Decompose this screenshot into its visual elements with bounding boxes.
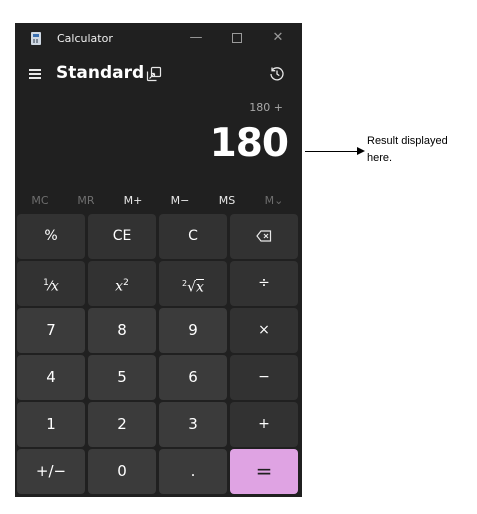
digit-6-button[interactable]: 6 xyxy=(159,355,227,400)
percent-button[interactable]: % xyxy=(17,214,85,259)
memory-list-button[interactable]: M⌄ xyxy=(251,191,297,211)
square-button[interactable]: x2 xyxy=(88,261,156,306)
digit-3-button[interactable]: 3 xyxy=(159,402,227,447)
memory-recall-button[interactable]: MR xyxy=(63,191,109,211)
digit-2-button[interactable]: 2 xyxy=(88,402,156,447)
decimal-button[interactable]: . xyxy=(159,449,227,494)
equals-button[interactable]: = xyxy=(230,449,298,494)
keep-on-top-icon[interactable] xyxy=(146,66,162,82)
calculator-header: Standard xyxy=(15,61,302,91)
square-root-button[interactable]: 2√x xyxy=(159,261,227,306)
history-icon[interactable] xyxy=(269,66,285,82)
minus-button[interactable]: − xyxy=(230,355,298,400)
annotation-label: Result displayed here. xyxy=(367,135,448,164)
minimize-icon[interactable]: — xyxy=(182,27,210,49)
reciprocal-variable: x xyxy=(51,278,59,295)
digit-5-button[interactable]: 5 xyxy=(88,355,156,400)
digit-0-button[interactable]: 0 xyxy=(88,449,156,494)
divide-button[interactable]: ÷ xyxy=(230,261,298,306)
memory-add-button[interactable]: M+ xyxy=(110,191,156,211)
maximize-icon[interactable] xyxy=(223,27,251,49)
annotation-arrow-line xyxy=(305,151,360,152)
backspace-button[interactable] xyxy=(230,214,298,259)
digit-7-button[interactable]: 7 xyxy=(17,308,85,353)
root-symbol: √ xyxy=(187,279,197,296)
memory-store-button[interactable]: MS xyxy=(204,191,250,211)
title-bar: Calculator — ✕ xyxy=(15,23,302,53)
memory-subtract-button[interactable]: M− xyxy=(157,191,203,211)
digit-8-button[interactable]: 8 xyxy=(88,308,156,353)
annotation-arrowhead xyxy=(357,147,365,155)
clear-entry-button[interactable]: CE xyxy=(88,214,156,259)
calculator-window: Calculator — ✕ Standard 180 + 180 MC MR … xyxy=(15,23,302,497)
negate-button[interactable]: +/− xyxy=(17,449,85,494)
expression-display: 180 + xyxy=(249,101,283,114)
hamburger-menu-icon[interactable] xyxy=(27,66,43,82)
digit-4-button[interactable]: 4 xyxy=(17,355,85,400)
square-base: x xyxy=(115,278,124,295)
result-display: 180 xyxy=(209,121,289,166)
calculator-app-icon xyxy=(31,32,41,45)
memory-clear-button[interactable]: MC xyxy=(17,191,63,211)
digit-9-button[interactable]: 9 xyxy=(159,308,227,353)
multiply-button[interactable]: × xyxy=(230,308,298,353)
backspace-icon xyxy=(256,230,272,242)
memory-row: MC MR M+ M− MS M⌄ xyxy=(15,191,302,211)
root-variable: x xyxy=(196,279,204,296)
window-title: Calculator xyxy=(57,32,113,45)
square-exponent: 2 xyxy=(123,278,129,288)
reciprocal-button[interactable]: 1⁄x xyxy=(17,261,85,306)
plus-button[interactable]: + xyxy=(230,402,298,447)
mode-title: Standard xyxy=(56,63,145,83)
digit-1-button[interactable]: 1 xyxy=(17,402,85,447)
close-icon[interactable]: ✕ xyxy=(264,27,292,49)
clear-button[interactable]: C xyxy=(159,214,227,259)
